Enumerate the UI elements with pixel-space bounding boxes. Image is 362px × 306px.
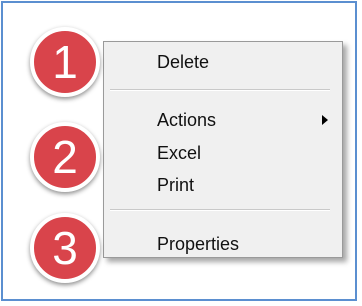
menu-item-label: Excel — [157, 143, 202, 163]
menu-item-label: Actions — [157, 110, 217, 130]
context-menu: Delete Actions Excel Print Properties — [103, 41, 343, 258]
menu-item-label: Properties — [157, 234, 240, 254]
menu-item-delete[interactable]: Delete — [104, 49, 342, 75]
menu-item-print[interactable]: Print — [104, 172, 342, 198]
menu-item-excel[interactable]: Excel — [104, 140, 342, 166]
menu-item-label: Print — [157, 175, 195, 195]
menu-separator — [110, 209, 330, 211]
step-badge-1: 1 — [30, 27, 100, 97]
menu-item-actions[interactable]: Actions — [104, 107, 342, 133]
menu-item-properties[interactable]: Properties — [104, 231, 342, 257]
step-badge-2: 2 — [30, 122, 100, 192]
chevron-right-icon — [322, 115, 328, 125]
menu-separator — [110, 89, 330, 91]
menu-item-label: Delete — [157, 52, 210, 72]
step-badge-3: 3 — [30, 213, 100, 283]
